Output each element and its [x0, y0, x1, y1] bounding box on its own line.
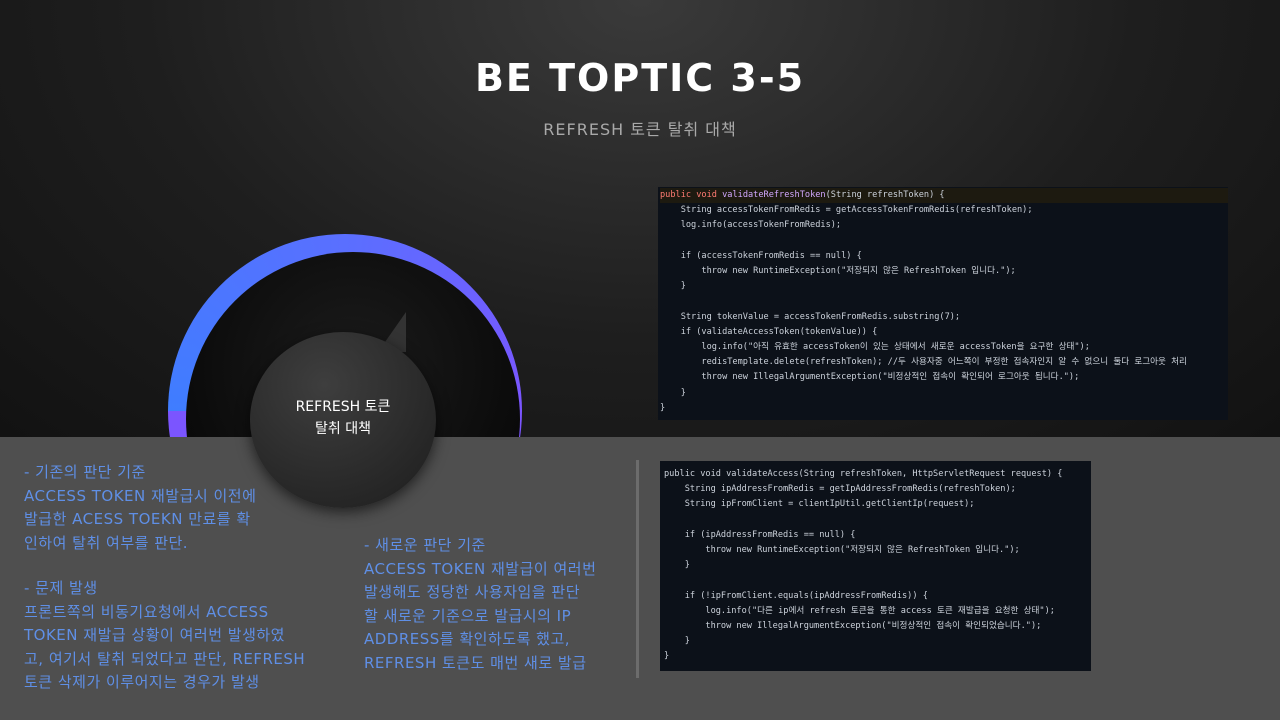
- code-line: }: [664, 560, 690, 571]
- note-line: TOKEN 재발급 상황이 여러번 발생하였: [24, 626, 285, 644]
- code-line: }: [664, 636, 690, 647]
- code-line: String accessTokenFromRedis = getAccessT…: [660, 205, 1033, 216]
- code-line: throw new RuntimeException("저장되지 않은 Refr…: [664, 545, 1020, 556]
- code-line: }: [660, 281, 686, 292]
- slide-title: BE TOPTIC 3-5: [474, 56, 806, 100]
- code-line: }: [664, 651, 670, 662]
- code-line: public void validateAccess(String refres…: [664, 469, 1063, 479]
- code-line: public void validateRefreshToken(String …: [660, 188, 1228, 204]
- bubble-line-2: 탈취 대책: [315, 421, 371, 437]
- note-heading-new-criteria: - 새로운 판단 기준: [364, 536, 486, 554]
- code-line: log.info("다른 ip에서 refresh 토큰을 통한 access …: [664, 605, 1055, 616]
- note-line: ACCESS TOKEN 재발급이 여러번: [364, 559, 597, 578]
- code-line: redisTemplate.delete(refreshToken); //두 …: [660, 357, 1187, 368]
- code-block-validate-access: public void validateAccess(String refres…: [660, 461, 1091, 671]
- code-line: }: [660, 402, 666, 413]
- note-line: ACCESS TOKEN 재발급시 이전에: [24, 486, 257, 505]
- middle-notes: - 새로운 판단 기준 ACCESS TOKEN 재발급이 여러번 발생해도 정…: [364, 534, 624, 675]
- code-line: log.info("아직 유효한 accessToken이 있는 상태에서 새로…: [660, 342, 1090, 353]
- code-line: if (ipAddressFromRedis == null) {: [664, 529, 856, 540]
- bubble-line-1: REFRESH 토큰: [295, 399, 391, 415]
- slide-subtitle: REFRESH 토큰 탈취 대책: [543, 120, 737, 139]
- code-line: if (!ipFromClient.equals(ipAddressFromRe…: [664, 590, 928, 601]
- note-line: 발급한 ACESS TOEKN 만료를 확: [24, 510, 251, 528]
- code-line: if (accessTokenFromRedis == null) {: [660, 250, 862, 261]
- left-notes: - 기존의 판단 기준 ACCESS TOKEN 재발급시 이전에 발급한 AC…: [24, 461, 334, 695]
- note-line: 토큰 삭제가 이루어지는 경우가 발생: [24, 673, 260, 691]
- note-heading-problem: - 문제 발생: [24, 579, 98, 597]
- code-line: String ipFromClient = clientIpUtil.getCl…: [664, 499, 975, 510]
- code-line: if (validateAccessToken(tokenValue)) {: [660, 326, 878, 337]
- code-line: }: [660, 387, 686, 398]
- note-line: 할 새로운 기준으로 발급시의 IP: [364, 606, 572, 625]
- note-line: 고, 여기서 탈취 되었다고 판단, REFRESH: [24, 649, 306, 668]
- vertical-divider: [636, 460, 639, 678]
- code-line: throw new RuntimeException("저장되지 않은 Refr…: [660, 266, 1016, 277]
- speech-bubble-text: REFRESH 토큰 탈취 대책: [250, 396, 436, 440]
- note-line: ADDRESS를 확인하도록 했고,: [364, 630, 571, 648]
- note-line: 프론트쪽의 비동기요청에서 ACCESS: [24, 602, 269, 621]
- code-line: throw new IllegalArgumentException("비정상적…: [660, 372, 1080, 383]
- code-block-validate-refresh-token: public void validateRefreshToken(String …: [658, 187, 1228, 420]
- code-line: String tokenValue = accessTokenFromRedis…: [660, 311, 961, 322]
- note-line: REFRESH 토큰도 매번 새로 발급: [364, 653, 587, 672]
- code-line: throw new IllegalArgumentException("비정상적…: [664, 621, 1042, 632]
- note-gap: [24, 555, 334, 577]
- code-line: log.info(accessTokenFromRedis);: [660, 220, 842, 231]
- note-line: 발생해도 정당한 사용자임을 판단: [364, 583, 581, 601]
- code-line: String ipAddressFromRedis = getIpAddress…: [664, 484, 1016, 495]
- note-line: 인하여 탈취 여부를 판단.: [24, 533, 189, 552]
- note-heading-existing-criteria: - 기존의 판단 기준: [24, 463, 146, 481]
